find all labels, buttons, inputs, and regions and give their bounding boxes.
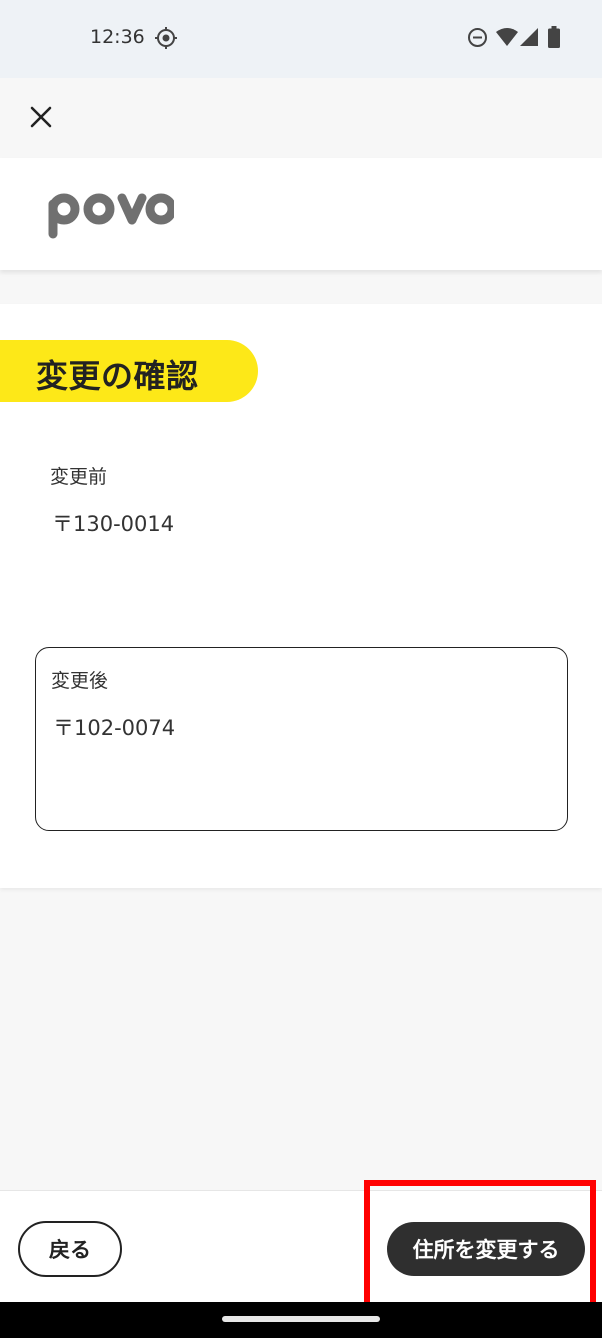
after-change-box: 変更後 〒102-0074 bbox=[35, 647, 568, 831]
page-title: 変更の確認 bbox=[36, 357, 199, 395]
after-label: 変更後 bbox=[51, 670, 109, 692]
logo-header bbox=[0, 158, 602, 270]
do-not-disturb-icon bbox=[467, 27, 488, 52]
home-gesture-handle[interactable] bbox=[222, 1316, 380, 1322]
signal-icon bbox=[520, 28, 538, 50]
title-banner: 変更の確認 bbox=[0, 340, 258, 402]
app-bar bbox=[0, 78, 602, 158]
system-nav-bar bbox=[0, 1302, 602, 1338]
after-postal-code: 〒102-0074 bbox=[53, 716, 176, 740]
before-postal-code: 〒130-0014 bbox=[52, 512, 175, 536]
highlight-box bbox=[364, 1180, 596, 1312]
wifi-icon bbox=[496, 28, 518, 50]
battery-icon bbox=[548, 26, 560, 52]
close-icon bbox=[30, 106, 52, 128]
location-target-icon bbox=[155, 27, 177, 53]
status-bar: 12:36 bbox=[0, 0, 602, 78]
back-button[interactable]: 戻る bbox=[18, 1221, 122, 1277]
before-label: 変更前 bbox=[50, 466, 108, 488]
close-button[interactable] bbox=[22, 98, 60, 136]
status-time: 12:36 bbox=[90, 26, 145, 48]
povo-logo bbox=[44, 188, 177, 244]
screen: 12:36 変更の確認 変更前 〒130-0014 変更後 〒102-0074 … bbox=[0, 0, 602, 1338]
confirmation-card: 変更の確認 変更前 〒130-0014 変更後 〒102-0074 bbox=[0, 304, 602, 888]
